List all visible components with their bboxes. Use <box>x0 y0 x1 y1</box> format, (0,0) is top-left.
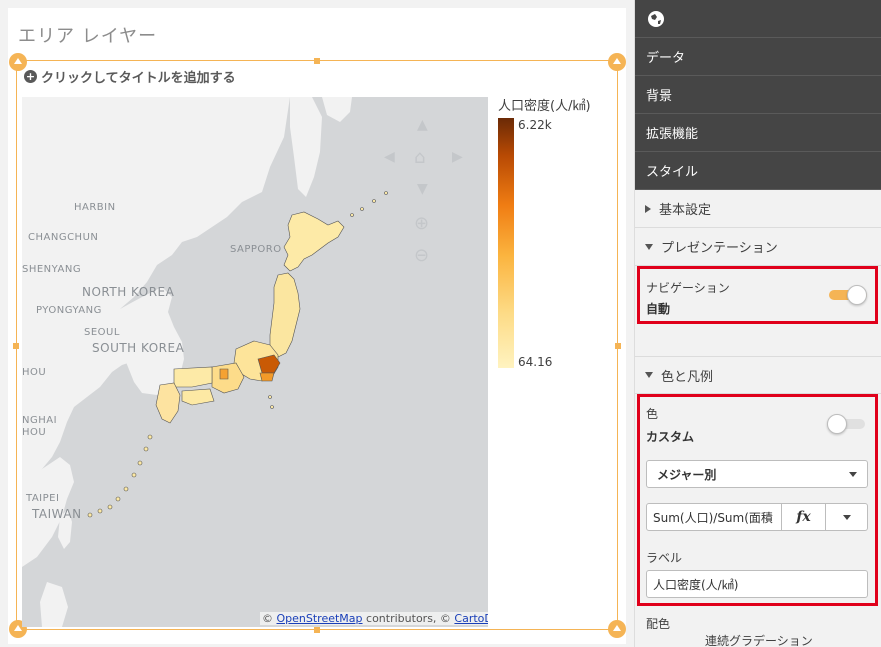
city-label: SEOUL <box>84 327 120 338</box>
collapse-icon <box>645 243 653 250</box>
navigation-toggle[interactable] <box>829 285 869 305</box>
sheet-title: エリア レイヤー <box>18 26 158 47</box>
zoom-out-icon[interactable]: ⊖ <box>414 245 429 266</box>
color-label: 色 <box>646 407 659 421</box>
pan-left-icon[interactable]: ◀ <box>384 149 395 165</box>
city-label: HOU <box>22 367 47 378</box>
resize-handle-right[interactable] <box>615 343 621 349</box>
city-label: HOU <box>22 427 47 438</box>
expression-group: Sum(人口)/Sum(面積 fx <box>646 503 868 531</box>
map-view[interactable]: ▲ ◀ ⌂ ▶ ▼ ⊕ ⊖ HARBIN CHANGCHUN SHENYANG … <box>22 97 488 627</box>
expression-dropdown-button[interactable] <box>825 504 867 530</box>
pan-up-icon[interactable]: ▲ <box>417 117 428 133</box>
section-label: 基本設定 <box>659 203 712 218</box>
country-label: NORTH KOREA <box>82 285 175 299</box>
collapse-icon <box>645 372 653 378</box>
object-type-row <box>635 0 881 38</box>
city-label: SHENYANG <box>22 264 82 275</box>
tab-style[interactable]: スタイル <box>635 152 881 190</box>
city-label: HARBIN <box>74 202 116 213</box>
chevron-down-icon <box>842 514 851 520</box>
osm-link[interactable]: OpenStreetMap <box>277 612 363 625</box>
map-attribution: © OpenStreetMap contributors, © CartoDB <box>260 612 488 625</box>
city-label: PYONGYANG <box>36 305 102 316</box>
section-label: 色と凡例 <box>661 369 714 385</box>
color-value: カスタム <box>646 430 695 444</box>
zoom-in-icon[interactable]: ⊕ <box>414 213 429 234</box>
map-canvas <box>22 97 388 627</box>
sakhalin-land <box>290 97 322 197</box>
sheet-area: エリア レイヤー + クリックしてタイトルを追加する ▲ ◀ ⌂ ▶ ▼ ⊕ ⊖… <box>0 0 632 647</box>
attribution-middle: contributors, © <box>366 612 451 625</box>
label-input[interactable]: 人口密度(人/㎢) <box>646 570 868 598</box>
resize-handle-top[interactable] <box>314 58 320 64</box>
shikoku-region <box>181 388 215 406</box>
tab-background[interactable]: 背景 <box>635 76 881 114</box>
carto-link[interactable]: CartoDB <box>454 612 488 625</box>
section-basic-settings[interactable]: 基本設定 <box>635 190 881 228</box>
attribution-prefix: © <box>262 612 273 625</box>
resize-handle-bottom-right[interactable] <box>608 620 626 638</box>
palette-label: 配色 <box>646 617 671 631</box>
section-color-legend[interactable]: 色と凡例 <box>635 356 881 394</box>
city-label: CHANGCHUN <box>28 232 99 243</box>
city-label: TAIPEI <box>26 493 60 504</box>
osaka-region <box>219 368 229 380</box>
plus-icon: + <box>24 70 37 83</box>
resize-handle-top-right[interactable] <box>608 53 626 71</box>
toggle-knob <box>827 414 847 434</box>
kanagawa-region <box>259 372 275 382</box>
hokkaido-region <box>283 211 345 272</box>
section-label: プレゼンテーション <box>661 241 778 256</box>
navigation-label: ナビゲーション <box>646 281 730 295</box>
kyushu-region <box>155 382 181 424</box>
legend-min: 64.16 <box>518 355 553 369</box>
tab-data[interactable]: データ <box>635 38 881 76</box>
kamchatka-edge <box>322 97 352 122</box>
country-label: SOUTH KOREA <box>92 341 185 355</box>
chugoku-region <box>173 366 213 388</box>
country-label: TAIWAN <box>32 507 82 521</box>
home-icon[interactable]: ⌂ <box>414 147 425 168</box>
expand-icon <box>645 204 651 213</box>
navigation-value: 自動 <box>646 302 671 316</box>
palette-value[interactable]: 連続グラデーション <box>705 632 813 647</box>
luzon-land <box>40 582 68 627</box>
resize-handle-bottom[interactable] <box>314 627 320 633</box>
city-label: SAPPORO <box>230 244 282 255</box>
tohoku-region <box>269 272 301 358</box>
add-title-button[interactable]: + クリックしてタイトルを追加する <box>24 67 236 86</box>
ryukyu-islands <box>87 434 153 518</box>
add-title-label: クリックしてタイトルを追加する <box>41 71 236 86</box>
legend-gradient <box>498 118 514 368</box>
globe-icon <box>648 10 664 27</box>
expression-input[interactable]: Sum(人口)/Sum(面積 <box>647 509 781 526</box>
pan-right-icon[interactable]: ▶ <box>452 149 463 165</box>
color-mode-select[interactable]: メジャー別 <box>646 460 868 488</box>
city-label: NGHAI <box>22 415 58 426</box>
fx-button[interactable]: fx <box>781 504 825 530</box>
legend-title: 人口密度(人/㎢) <box>498 99 591 114</box>
pan-down-icon[interactable]: ▼ <box>417 181 428 197</box>
section-presentation[interactable]: プレゼンテーション <box>635 228 881 266</box>
app-root: エリア レイヤー + クリックしてタイトルを追加する ▲ ◀ ⌂ ▶ ▼ ⊕ ⊖… <box>0 0 881 647</box>
tab-extensions[interactable]: 拡張機能 <box>635 114 881 152</box>
label-field-label: ラベル <box>646 551 683 565</box>
legend-max: 6.22k <box>518 118 552 132</box>
toggle-knob <box>847 285 867 305</box>
chevron-down-icon <box>849 471 857 477</box>
properties-panel: データ 背景 拡張機能 スタイル 基本設定 プレゼンテーション ナビゲーション … <box>634 0 881 647</box>
color-mode-value: メジャー別 <box>657 467 717 482</box>
color-toggle[interactable] <box>827 414 867 434</box>
resize-handle-left[interactable] <box>13 343 19 349</box>
